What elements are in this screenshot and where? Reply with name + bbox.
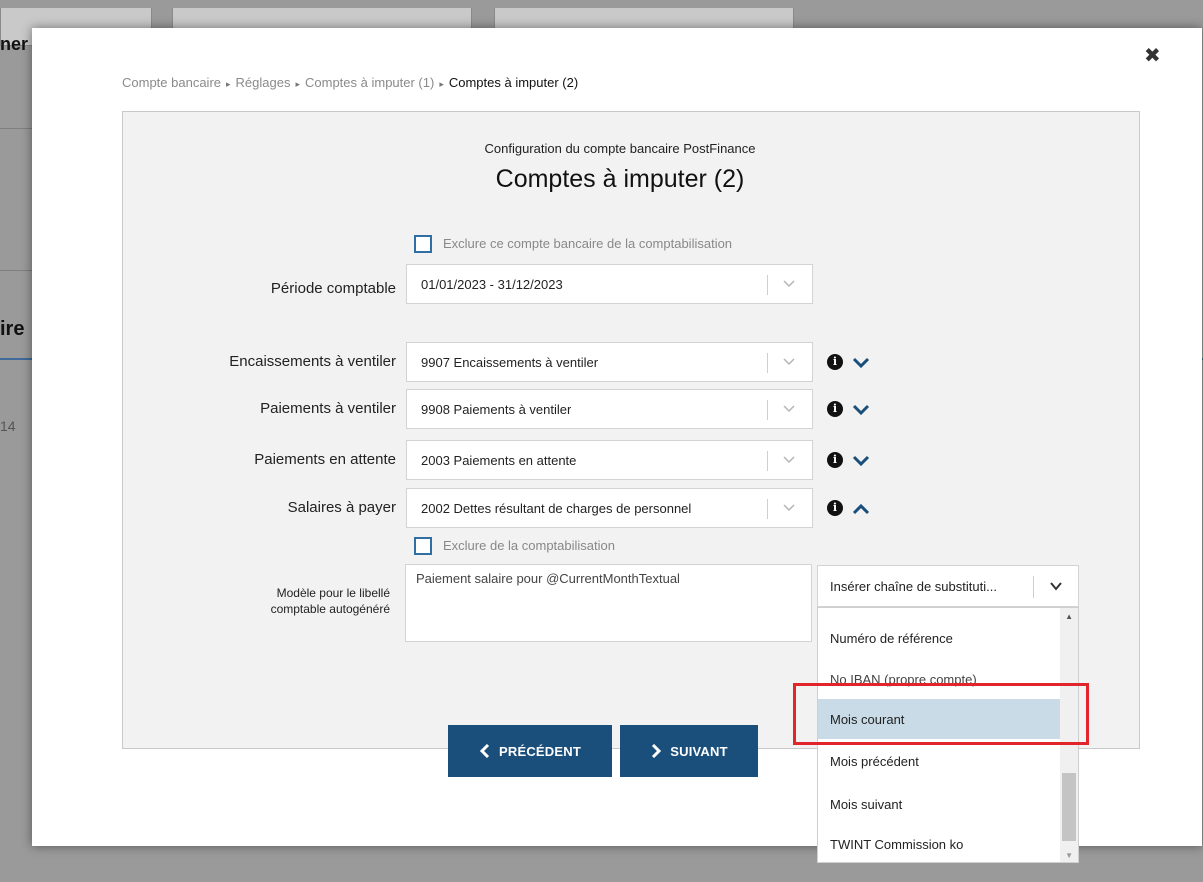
dropdown-option[interactable]: No IBAN (propre compte) [818,658,1062,692]
breadcrumb-item[interactable]: Réglages [236,75,291,90]
scroll-down-icon[interactable]: ▼ [1065,851,1073,860]
dropdown-option[interactable]: Mois suivant [818,784,1062,824]
background-number: 14 [0,418,16,434]
account-value: 2003 Paiements en attente [421,452,577,468]
account-label-encaissements: Encaissements à ventiler [229,353,396,370]
account-value: 9908 Paiements à ventiler [421,401,572,417]
background-accent-line [0,358,32,360]
breadcrumb-separator-icon: ▸ [226,79,231,89]
info-icon[interactable]: i [827,401,843,417]
template-label-line: comptable autogénéré [270,602,390,616]
select-divider [1033,576,1034,598]
page-subtitle: Configuration du compte bancaire PostFin… [484,141,756,156]
period-value: 01/01/2023 - 31/12/2023 [421,276,563,292]
chevron-down-icon [783,280,795,288]
chevron-down-icon [783,456,795,464]
period-label: Période comptable [270,280,396,297]
chevron-down-icon [1050,582,1062,591]
exclude-account-checkbox[interactable] [414,235,432,253]
account-label-paiements-ventiler: Paiements à ventiler [260,400,396,417]
info-icon[interactable]: i [827,452,843,468]
previous-button[interactable]: PRÉCÉDENT [448,725,612,777]
select-divider [767,451,768,471]
info-icon[interactable]: i [827,500,843,516]
chevron-left-icon [479,744,490,758]
account-select-encaissements[interactable]: 9907 Encaissements à ventiler [406,342,813,382]
scrollbar-thumb[interactable] [1062,773,1076,841]
close-icon[interactable]: ✖ [1144,46,1161,66]
account-value: 2002 Dettes résultant de charges de pers… [421,500,692,516]
expand-chevron-down-icon[interactable] [852,454,870,468]
collapse-chevron-up-icon[interactable] [852,502,870,516]
breadcrumb: Compte bancaire ▸ Réglages ▸ Comptes à imput… [122,75,578,90]
account-select-paiements-attente[interactable]: 2003 Paiements en attente [406,440,813,480]
chevron-down-icon [783,405,795,413]
background-text: ner [0,34,29,54]
background-heading: ire [0,318,25,340]
select-divider [767,400,768,420]
dropdown-option[interactable]: Numéro de référence [818,618,1062,658]
background-divider [0,270,32,271]
dropdown-option-active[interactable]: Mois courant [818,699,1062,739]
chevron-down-icon [783,358,795,366]
chevron-down-icon [783,504,795,512]
breadcrumb-current: Comptes à imputer (2) [448,75,579,90]
account-select-salaires[interactable]: 2002 Dettes résultant de charges de pers… [406,488,813,528]
insert-substitution-value: Insérer chaîne de substituti... [830,578,997,594]
next-button[interactable]: SUIVANT [620,725,758,777]
breadcrumb-item[interactable]: Comptes à imputer (1) [305,75,434,90]
background-divider [0,128,32,129]
exclude-account-label: Exclure ce compte bancaire de la comptab… [443,236,733,251]
template-textarea[interactable]: Paiement salaire pour @CurrentMonthTextu… [405,564,812,642]
breadcrumb-separator-icon: ▸ [295,79,300,89]
substitution-dropdown-list[interactable]: Numéro de référence No IBAN (propre comp… [817,607,1079,863]
info-icon[interactable]: i [827,354,843,370]
template-label-line: Modèle pour le libellé [276,586,390,600]
select-divider [767,353,768,373]
breadcrumb-item[interactable]: Compte bancaire [122,75,221,90]
expand-chevron-down-icon[interactable] [852,403,870,417]
dropdown-option[interactable]: TWINT Commission ko [818,824,1062,862]
breadcrumb-separator-icon: ▸ [439,79,444,89]
dropdown-option[interactable]: Mois précédent [818,741,1062,781]
expand-chevron-down-icon[interactable] [852,356,870,370]
select-divider [767,499,768,519]
select-divider [767,275,768,295]
next-button-label: SUIVANT [670,743,728,759]
account-label-salaires: Salaires à payer [287,499,396,516]
dropdown-scrollbar[interactable]: ▲ ▼ [1060,608,1078,862]
previous-button-label: PRÉCÉDENT [499,743,581,759]
scroll-up-icon[interactable]: ▲ [1065,612,1073,621]
chevron-right-icon [652,744,662,758]
template-label: Modèle pour le libellé comptable autogén… [200,585,390,617]
exclude-booking-checkbox[interactable] [414,537,432,555]
account-value: 9907 Encaissements à ventiler [421,354,599,370]
account-select-paiements-ventiler[interactable]: 9908 Paiements à ventiler [406,389,813,429]
period-select[interactable]: 01/01/2023 - 31/12/2023 [406,264,813,304]
page-title: Comptes à imputer (2) [495,165,745,193]
account-label-paiements-attente: Paiements en attente [254,451,396,468]
insert-substitution-select[interactable]: Insérer chaîne de substituti... [817,565,1079,607]
exclude-booking-label: Exclure de la comptabilisation [443,538,615,553]
